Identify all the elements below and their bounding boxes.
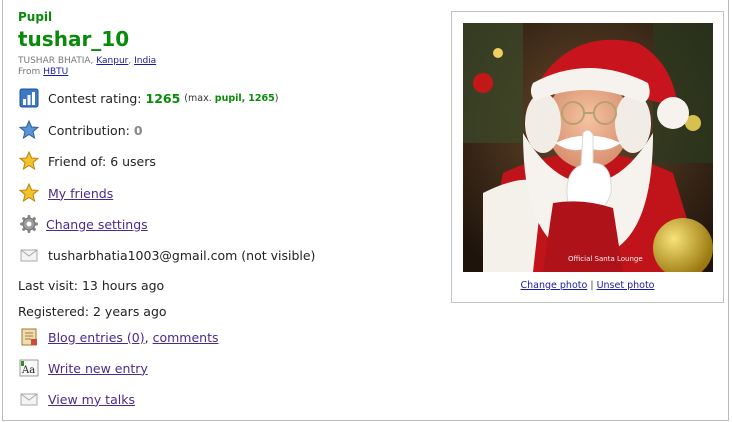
photo-watermark: Official Santa Lounge <box>568 255 643 263</box>
full-name: TUSHAR BHATIA <box>18 56 91 66</box>
user-handle[interactable]: tushar_10 <box>18 27 129 51</box>
svg-text:Aa: Aa <box>21 365 35 376</box>
friend-of-text: Friend of: 6 users <box>48 153 156 169</box>
gear-icon <box>18 213 40 235</box>
change-settings-link[interactable]: Change settings <box>46 217 148 232</box>
rating-chart-icon <box>18 87 40 109</box>
contest-rating-value: 1265 <box>145 90 181 106</box>
country-link[interactable]: India <box>134 56 156 66</box>
user-location: TUSHAR BHATIA, Kanpur, India <box>18 56 157 66</box>
contribution-row: Contribution: 0 <box>18 119 143 141</box>
talks-row: View my talks <box>18 388 135 410</box>
my-friends-row: My friends <box>18 182 113 204</box>
user-rank: Pupil <box>18 10 53 24</box>
user-organization: From HBTU <box>18 67 69 77</box>
gold-star-icon <box>18 182 40 204</box>
unset-photo-link[interactable]: Unset photo <box>597 280 655 291</box>
max-rating: (max. pupil, 1265) <box>184 92 279 104</box>
blog-entries-row: Blog entries (0), comments <box>18 326 219 348</box>
photo-actions: Change photo | Unset photo <box>520 280 655 291</box>
change-photo-link[interactable]: Change photo <box>521 280 588 291</box>
envelope-icon <box>18 388 40 410</box>
friend-of-row: Friend of: 6 users <box>18 150 156 172</box>
contest-rating-row: Contest rating: 1265 (max. pupil, 1265) <box>18 87 278 109</box>
comments-link[interactable]: comments <box>153 330 219 345</box>
email-text: tusharbhatia1003@gmail.com (not visible) <box>48 247 316 263</box>
user-photo-box: Official Santa Lounge Change photo | Uns… <box>451 11 724 303</box>
blog-entries-link[interactable]: Blog entries (0) <box>48 330 145 345</box>
user-avatar-photo: Official Santa Lounge <box>463 23 713 272</box>
envelope-icon <box>18 244 40 266</box>
view-my-talks-link[interactable]: View my talks <box>48 392 135 407</box>
contribution-value: 0 <box>133 122 143 138</box>
organization-link[interactable]: HBTU <box>43 67 68 77</box>
my-friends-link[interactable]: My friends <box>48 186 113 201</box>
last-visit: Last visit: 13 hours ago <box>18 277 165 293</box>
write-text-icon: Aa <box>18 357 40 379</box>
change-settings-row: Change settings <box>18 213 148 235</box>
registered: Registered: 2 years ago <box>18 303 167 319</box>
blue-star-icon <box>18 119 40 141</box>
email-row: tusharbhatia1003@gmail.com (not visible) <box>18 244 315 266</box>
city-link[interactable]: Kanpur <box>96 56 128 66</box>
profile-panel: Pupil tushar_10 TUSHAR BHATIA, Kanpur, I… <box>2 0 729 421</box>
gold-star-icon <box>18 150 40 172</box>
write-entry-row: Aa Write new entry <box>18 357 148 379</box>
write-new-entry-link[interactable]: Write new entry <box>48 361 148 376</box>
notebook-icon <box>18 326 40 348</box>
